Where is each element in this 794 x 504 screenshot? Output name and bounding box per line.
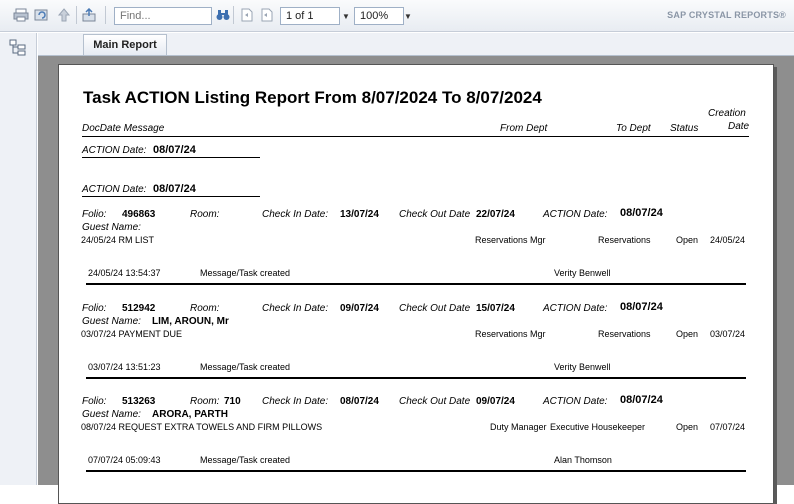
folio-label: Folio: — [82, 303, 107, 314]
tree-icon[interactable] — [9, 39, 27, 57]
up-arrow-icon[interactable] — [55, 7, 73, 23]
header-date: Date — [728, 121, 750, 132]
doc-line: 03/07/24 PAYMENT DUE — [81, 329, 183, 339]
check-out-label: Check Out Date — [399, 209, 471, 220]
folio-value: 496863 — [122, 209, 156, 220]
toolbar-separator — [105, 6, 106, 24]
to-dept-value: Executive Housekeeper — [550, 422, 646, 432]
print-icon[interactable] — [12, 7, 30, 23]
check-out-value: 09/07/24 — [476, 396, 515, 407]
page-dropdown-arrow[interactable]: ▼ — [341, 7, 351, 25]
guest-name-label: Guest Name: — [82, 316, 141, 327]
action-date-label: ACTION Date: — [543, 303, 608, 314]
action-date-value: 08/07/24 — [620, 207, 663, 219]
guest-name-label: Guest Name: — [82, 409, 141, 420]
status-value: Open — [676, 329, 699, 339]
log-user: Alan Thomson — [554, 455, 612, 465]
guest-name-value: LIM, AROUN, Mr — [152, 316, 229, 327]
check-in-value: 09/07/24 — [340, 303, 379, 314]
zoom-dropdown-arrow[interactable]: ▼ — [403, 7, 413, 25]
log-user: Verity Benwell — [554, 268, 611, 278]
to-dept-value: Reservations — [598, 329, 651, 339]
status-value: Open — [676, 422, 699, 432]
group-label: ACTION Date: — [82, 145, 147, 156]
room-label: Room: — [190, 209, 220, 220]
group-date: 08/07/24 — [153, 183, 196, 195]
page-number-input[interactable]: 1 of 1 — [280, 7, 340, 25]
log-time: 24/05/24 13:54:37 — [88, 268, 161, 278]
room-label: Room: — [190, 396, 220, 407]
toolbar-separator — [233, 6, 234, 24]
from-dept-value: Reservations Mgr — [475, 235, 546, 245]
first-page-icon[interactable] — [238, 7, 256, 23]
record-rule — [86, 377, 746, 379]
log-message: Message/Task created — [200, 362, 291, 372]
find-input[interactable] — [114, 7, 212, 25]
group-date: 08/07/24 — [153, 144, 196, 156]
toolbar-separator — [76, 6, 77, 24]
group-rule — [82, 157, 260, 158]
room-label: Room: — [190, 303, 220, 314]
header-docdate-message: DocDate Message — [82, 123, 165, 134]
refresh-icon[interactable] — [33, 7, 51, 23]
report-page: Task ACTION Listing Report From 8/07/202… — [58, 64, 774, 504]
export-icon[interactable] — [80, 7, 98, 23]
header-rule — [82, 136, 749, 137]
log-user: Verity Benwell — [554, 362, 611, 372]
from-dept-value: Duty Manager — [490, 422, 547, 432]
binoculars-icon[interactable] — [214, 7, 232, 23]
previous-page-icon[interactable] — [258, 7, 276, 23]
from-dept-value: Reservations Mgr — [475, 329, 546, 339]
header-status: Status — [670, 123, 699, 134]
folio-value: 512942 — [122, 303, 156, 314]
guest-name-label: Guest Name: — [82, 222, 141, 233]
log-time: 07/07/24 05:09:43 — [88, 455, 161, 465]
doc-line: 08/07/24 REQUEST EXTRA TOWELS AND FIRM P… — [81, 422, 323, 432]
zoom-input[interactable]: 100% — [354, 7, 404, 25]
tab-bar: Main Report — [38, 33, 794, 55]
check-out-value: 22/07/24 — [476, 209, 515, 220]
room-value: 710 — [224, 396, 241, 407]
report-viewer[interactable]: Task ACTION Listing Report From 8/07/202… — [38, 55, 794, 504]
check-out-label: Check Out Date — [399, 303, 471, 314]
to-dept-value: Reservations — [598, 235, 651, 245]
check-out-value: 15/07/24 — [476, 303, 515, 314]
log-message: Message/Task created — [200, 268, 291, 278]
group-rule — [82, 196, 260, 197]
creation-date-value: 03/07/24 — [710, 329, 746, 339]
action-date-label: ACTION Date: — [543, 209, 608, 220]
header-creation: Creation — [708, 108, 746, 119]
report-title: Task ACTION Listing Report From 8/07/202… — [83, 88, 542, 107]
tab-main-report[interactable]: Main Report — [83, 34, 167, 55]
toolbar: 1 of 1 ▼ 100% ▼ SAP CRYSTAL REPORTS® — [0, 0, 794, 32]
creation-date-value: 24/05/24 — [710, 235, 746, 245]
action-date-value: 08/07/24 — [620, 301, 663, 313]
status-value: Open — [676, 235, 699, 245]
check-in-label: Check In Date: — [262, 396, 329, 407]
log-message: Message/Task created — [200, 455, 291, 465]
log-time: 03/07/24 13:51:23 — [88, 362, 161, 372]
header-to-dept: To Dept — [616, 123, 651, 134]
check-in-label: Check In Date: — [262, 303, 329, 314]
check-in-value: 13/07/24 — [340, 209, 379, 220]
folio-value: 513263 — [122, 396, 156, 407]
group-label: ACTION Date: — [82, 184, 147, 195]
group-tree-panel — [0, 33, 37, 485]
folio-label: Folio: — [82, 209, 107, 220]
check-out-label: Check Out Date — [399, 396, 471, 407]
record-rule — [86, 283, 746, 285]
record-rule — [86, 470, 746, 472]
brand-logo: SAP CRYSTAL REPORTS® — [667, 10, 786, 20]
guest-name-value: ARORA, PARTH — [152, 409, 228, 420]
check-in-label: Check In Date: — [262, 209, 329, 220]
header-from-dept: From Dept — [500, 123, 548, 134]
creation-date-value: 07/07/24 — [710, 422, 746, 432]
check-in-value: 08/07/24 — [340, 396, 379, 407]
folio-label: Folio: — [82, 396, 107, 407]
action-date-label: ACTION Date: — [543, 396, 608, 407]
action-date-value: 08/07/24 — [620, 394, 663, 406]
doc-line: 24/05/24 RM LIST — [81, 235, 155, 245]
